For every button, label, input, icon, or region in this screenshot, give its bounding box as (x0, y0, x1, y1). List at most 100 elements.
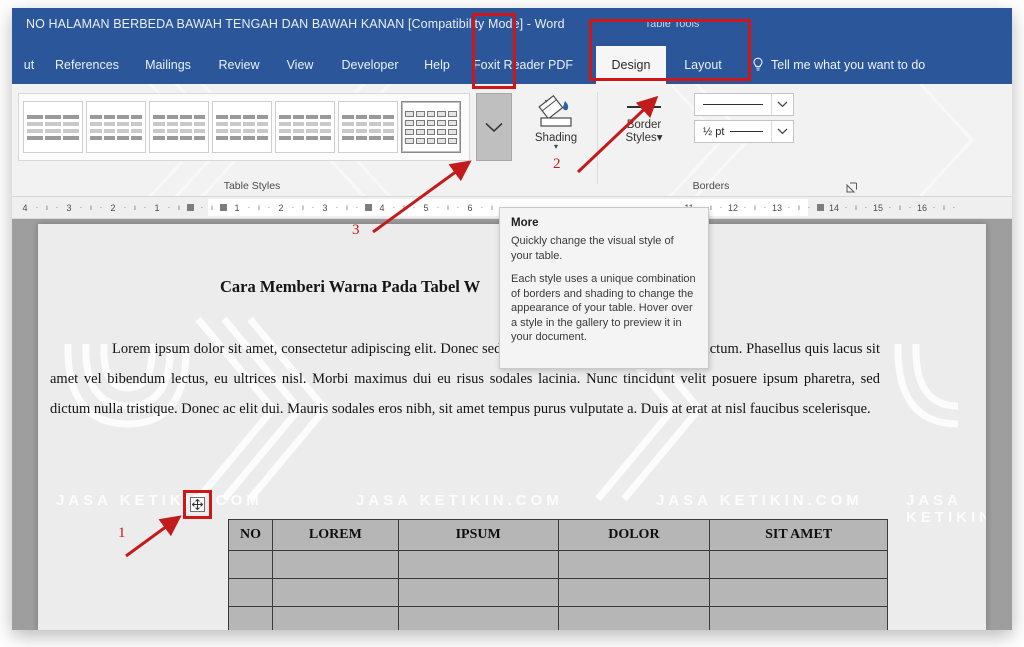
shading-caret-icon[interactable]: ▾ (554, 143, 558, 151)
line-style-preview-icon (703, 103, 763, 106)
ruler-tick: 16 (916, 202, 927, 213)
table-style-thumbnail-selected[interactable] (401, 101, 461, 153)
annotation-number-1: 1 (118, 525, 126, 541)
ribbon-group-borders: Border Styles▾ ½ pt Borders (598, 84, 864, 196)
word-window: NO HALAMAN BERBEDA BAWAH TENGAH DAN BAWA… (12, 8, 1012, 630)
paint-bucket-icon (534, 94, 578, 129)
tab-references[interactable]: References (46, 46, 128, 84)
ruler-tab-stop[interactable] (365, 204, 372, 211)
border-styles-caret-icon[interactable]: ▾ (657, 132, 663, 144)
line-style-combobox[interactable] (694, 93, 794, 116)
table-cell[interactable] (557, 550, 711, 579)
border-style-preview-icon (627, 106, 661, 108)
table-cell[interactable] (709, 578, 888, 607)
line-style-dropdown-arrow[interactable] (771, 94, 793, 115)
tab-mailings[interactable]: Mailings (134, 46, 202, 84)
tab-help[interactable]: Help (416, 46, 458, 84)
ruler-tick: 14 (828, 202, 839, 213)
ruler-tick: 13 (771, 202, 782, 213)
border-styles-button[interactable]: Border Styles▾ (612, 106, 676, 158)
line-weight-combobox[interactable]: ½ pt (694, 120, 794, 143)
line-weight-value: ½ pt (703, 125, 725, 138)
table-row[interactable] (228, 550, 888, 579)
tell-me-box[interactable]: Tell me what you want to do (752, 46, 925, 84)
table-cell[interactable] (271, 578, 399, 607)
document-table[interactable]: NO LOREM IPSUM DOLOR SIT AMET (228, 519, 888, 630)
table-cell[interactable] (557, 606, 711, 630)
table-header-cell[interactable]: DOLOR (557, 519, 711, 551)
borders-dialog-launcher[interactable] (846, 181, 858, 193)
table-styles-gallery[interactable] (18, 93, 470, 161)
window-title: NO HALAMAN BERBEDA BAWAH TENGAH DAN BAWA… (26, 17, 565, 31)
ruler-tick: 15 (872, 202, 883, 213)
screenshot-root: NO HALAMAN BERBEDA BAWAH TENGAH DAN BAWA… (0, 0, 1024, 647)
tooltip-title: More (511, 217, 539, 229)
table-styles-more-button[interactable] (476, 93, 512, 161)
table-cell[interactable] (271, 606, 399, 630)
contextual-tab-group-label: Table Tools (644, 18, 700, 30)
table-style-thumbnail[interactable] (338, 101, 398, 153)
ribbon-tab-strip: ut References Mailings Review View Devel… (12, 46, 1012, 84)
table-cell[interactable] (228, 550, 273, 579)
table-cell[interactable] (271, 550, 399, 579)
ruler-tab-stop[interactable] (817, 204, 824, 211)
table-move-handle-icon (192, 499, 203, 510)
table-cell[interactable] (228, 578, 273, 607)
ruler-tick: 1 (234, 202, 240, 213)
table-style-thumbnail[interactable] (23, 101, 83, 153)
tab-foxit-reader-pdf[interactable]: Foxit Reader PDF (464, 46, 582, 84)
more-button-tooltip: More Quickly change the visual style of … (499, 207, 709, 369)
table-cell[interactable] (228, 606, 273, 630)
line-weight-dropdown-arrow[interactable] (771, 121, 793, 142)
table-cell[interactable] (397, 578, 559, 607)
table-header-cell[interactable]: NO (228, 519, 273, 551)
border-styles-label-line2: Styles (625, 132, 657, 144)
tab-view[interactable]: View (276, 46, 324, 84)
table-header-cell[interactable]: IPSUM (397, 519, 559, 551)
table-header-cell[interactable]: LOREM (271, 519, 399, 551)
ruler-tick: 12 (727, 202, 738, 213)
ruler-tick: 1 (154, 202, 160, 213)
border-styles-label-line1: Border (626, 119, 662, 131)
table-header-cell[interactable]: SIT AMET (709, 519, 888, 551)
tab-developer[interactable]: Developer (330, 46, 410, 84)
ruler-tick: 4 (22, 202, 28, 213)
chevron-down-icon (777, 101, 788, 108)
annotation-number-3: 3 (352, 222, 360, 238)
table-cell[interactable] (397, 550, 559, 579)
ruler-indent-marker[interactable] (187, 204, 194, 211)
table-cell[interactable] (709, 606, 888, 630)
ribbon: Shading ▾ Table Styles Border Styles▾ ½ … (12, 84, 1012, 197)
table-style-thumbnail[interactable] (86, 101, 146, 153)
ruler-tick: 2 (110, 202, 116, 213)
tab-review[interactable]: Review (208, 46, 270, 84)
table-row[interactable] (228, 578, 888, 607)
ruler-tick: 2 (278, 202, 284, 213)
table-header-row[interactable]: NO LOREM IPSUM DOLOR SIT AMET (228, 519, 888, 551)
line-weight-preview-icon (730, 130, 763, 133)
document-body-paragraph[interactable]: Lorem ipsum dolor sit amet, consectetur … (50, 334, 880, 424)
table-style-thumbnail[interactable] (275, 101, 335, 153)
ruler-tick: 4 (379, 202, 385, 213)
ruler-tick: 3 (322, 202, 328, 213)
tab-layout-cut[interactable]: ut (12, 46, 46, 84)
table-row[interactable] (228, 606, 888, 630)
tell-me-label: Tell me what you want to do (771, 58, 926, 72)
chevron-down-icon (777, 128, 788, 135)
table-cell[interactable] (557, 578, 711, 607)
ruler-tick: 3 (66, 202, 72, 213)
table-cell[interactable] (397, 606, 559, 630)
tab-layout[interactable]: Layout (666, 46, 740, 84)
title-bar: NO HALAMAN BERBEDA BAWAH TENGAH DAN BAWA… (12, 8, 1012, 46)
table-style-thumbnail[interactable] (212, 101, 272, 153)
group-label-borders: Borders (692, 180, 730, 192)
table-move-handle[interactable] (190, 497, 205, 512)
table-cell[interactable] (709, 550, 888, 579)
chevron-down-icon (485, 122, 503, 132)
table-style-thumbnail[interactable] (149, 101, 209, 153)
tab-design[interactable]: Design (596, 46, 666, 84)
ruler-indent-marker[interactable] (220, 204, 227, 211)
ribbon-group-table-styles: Shading ▾ Table Styles (12, 84, 596, 196)
group-label-table-styles: Table Styles (223, 180, 281, 192)
tooltip-paragraph-1: Quickly change the visual style of your … (511, 235, 674, 262)
